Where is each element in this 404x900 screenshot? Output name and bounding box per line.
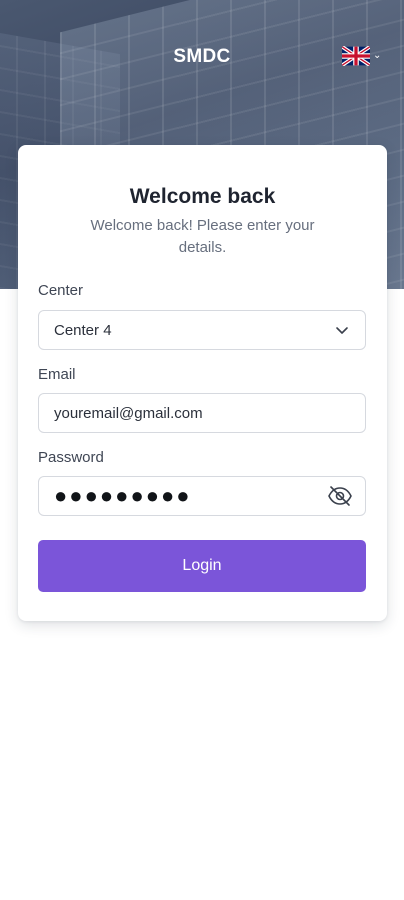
login-button[interactable]: Login — [38, 540, 366, 592]
page-title: Welcome back — [129, 185, 276, 208]
email-field[interactable]: youremail@gmail.com — [38, 393, 366, 433]
password-label: Password — [38, 449, 104, 466]
uk-flag-icon — [342, 46, 370, 66]
page-subtitle: Welcome back! Please enter your details. — [90, 217, 315, 256]
center-select-value: Center 4 — [54, 321, 112, 339]
center-select[interactable]: Center 4 — [38, 310, 366, 350]
email-label: Email — [38, 366, 76, 383]
center-label: Center — [38, 282, 84, 299]
chevron-down-icon: ⌄ — [373, 50, 382, 61]
chevron-down-icon — [336, 327, 348, 334]
eye-off-icon[interactable] — [327, 485, 353, 507]
language-selector[interactable]: ⌄ — [342, 46, 381, 66]
email-value: youremail@gmail.com — [54, 404, 203, 422]
password-value: ●●●●●●●●● — [54, 483, 192, 508]
login-card: Welcome back Welcome back! Please enter … — [18, 145, 387, 621]
password-field[interactable]: ●●●●●●●●● — [38, 476, 366, 516]
